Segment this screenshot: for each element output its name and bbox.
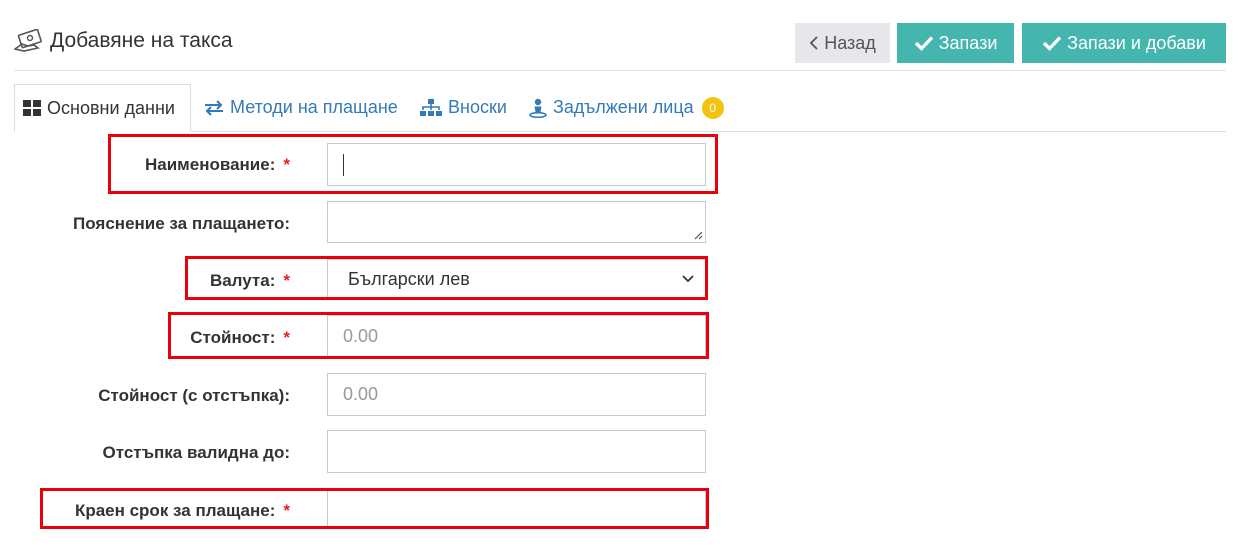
discount-until-label: Отстъпка валидна до: [102, 443, 290, 462]
tab-basic-data[interactable]: Основни данни [14, 84, 191, 132]
tab-payment-methods[interactable]: Методи на плащане [204, 84, 398, 131]
tab-installments[interactable]: Вноски [420, 84, 507, 131]
tab-label: Задължени лица [553, 97, 694, 117]
chevron-left-icon [809, 36, 818, 50]
exchange-icon [205, 99, 223, 116]
header-divider [14, 70, 1226, 71]
grid-icon [23, 100, 41, 116]
page-header: Добавяне на такса [14, 26, 233, 56]
person-icon [529, 98, 547, 118]
highlight-box [40, 488, 709, 529]
save-and-add-button-label: Запази и добави [1067, 32, 1206, 53]
tab-label: Вноски [448, 97, 507, 117]
sitemap-icon [420, 98, 442, 116]
description-textarea[interactable] [327, 201, 706, 243]
count-badge: 0 [701, 96, 724, 119]
tab-label: Основни данни [47, 97, 175, 118]
highlight-box [185, 256, 708, 300]
back-button-label: Назад [824, 32, 876, 53]
discount-until-input[interactable] [327, 430, 706, 473]
tab-obligated-persons[interactable]: Задължени лица 0 [529, 84, 724, 131]
discount-amount-label: Стойност (с отстъпка): [98, 386, 290, 405]
check-icon [914, 36, 933, 51]
money-hand-icon [14, 29, 42, 52]
resize-handle-icon [694, 231, 703, 240]
save-button-label: Запази [938, 32, 998, 53]
description-label: Пояснение за плащането: [73, 214, 290, 233]
page-title: Добавяне на такса [50, 29, 233, 52]
check-icon [1042, 36, 1062, 51]
save-button[interactable]: Запази [897, 23, 1014, 63]
back-button[interactable]: Назад [795, 23, 890, 63]
tab-label: Методи на плащане [230, 97, 398, 117]
highlight-box [108, 134, 718, 194]
discount-amount-placeholder: 0.00 [343, 384, 379, 404]
discount-amount-input[interactable]: 0.00 [327, 373, 706, 416]
save-and-add-button[interactable]: Запази и добави [1022, 23, 1226, 63]
highlight-box [168, 312, 709, 359]
tab-bar: Основни данни Методи на плащане Вноски З… [14, 84, 1226, 132]
